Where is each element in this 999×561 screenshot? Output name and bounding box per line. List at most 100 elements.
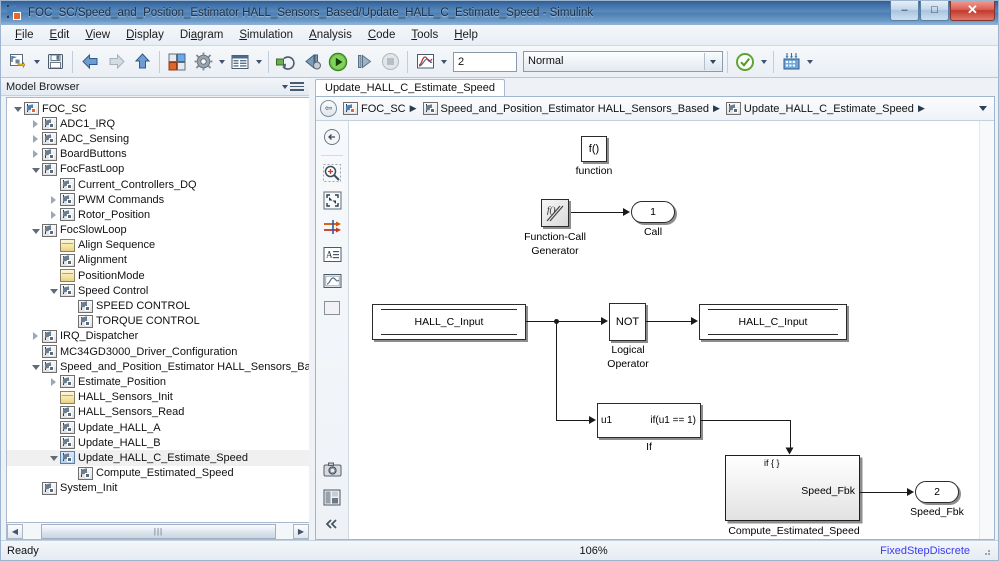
tab-update-hall-c-estimate-speed[interactable]: Update_HALL_C_Estimate_Speed — [315, 79, 506, 96]
tree-item[interactable]: IRQ_Dispatcher — [7, 329, 309, 344]
expand-triangle-icon[interactable] — [47, 375, 60, 388]
breadcrumb-item-foc-sc[interactable]: FOC_SC — [343, 102, 406, 115]
logical-operator-not-block[interactable]: NOT — [609, 303, 646, 341]
solver-name[interactable]: FixedStepDiscrete — [880, 545, 980, 557]
update-model-button[interactable] — [273, 49, 299, 75]
model-explorer-caret[interactable] — [253, 49, 264, 75]
model-configuration-caret[interactable] — [216, 49, 227, 75]
panel-options-icon[interactable] — [289, 80, 305, 93]
minimize-button[interactable]: – — [890, 1, 919, 21]
tree-item[interactable]: Speed_and_Position_Estimator HALL_Sensor… — [7, 359, 309, 374]
tree-item[interactable]: Update_HALL_B — [7, 435, 309, 450]
collapse-triangle-icon[interactable] — [47, 451, 60, 464]
resize-grip[interactable] — [980, 545, 992, 557]
close-button[interactable]: ✕ — [950, 1, 995, 21]
menu-help[interactable]: Help — [446, 27, 486, 43]
expand-triangle-icon[interactable] — [29, 117, 42, 130]
blank-block-icon[interactable] — [320, 296, 344, 320]
breadcrumb-item-update-hall-c[interactable]: Update_HALL_C_Estimate_Speed — [725, 102, 914, 115]
tree-item[interactable]: ADC_Sensing — [7, 131, 309, 146]
tree-item[interactable]: FocFastLoop — [7, 162, 309, 177]
hscroll-left-arrow[interactable]: ◀ — [7, 523, 23, 539]
menu-display[interactable]: Display — [118, 27, 172, 43]
collapse-triangle-icon[interactable] — [29, 224, 42, 237]
stop-time-input[interactable]: 2 — [453, 51, 517, 72]
expand-triangle-icon[interactable] — [29, 330, 42, 343]
up-to-parent-button[interactable] — [129, 49, 155, 75]
forward-button[interactable] — [103, 49, 129, 75]
signal-highlight-icon[interactable] — [320, 215, 344, 239]
scope-viewer-icon[interactable] — [320, 269, 344, 293]
tree-item[interactable]: PWM Commands — [7, 192, 309, 207]
tree-item[interactable]: FOC_SC — [7, 101, 309, 116]
simulation-mode-select[interactable]: Normal — [523, 51, 723, 72]
explore-up-icon[interactable] — [320, 125, 344, 149]
step-forward-button[interactable] — [351, 49, 377, 75]
collapse-panel-icon[interactable] — [320, 512, 344, 536]
tree-item[interactable]: Current_Controllers_DQ — [7, 177, 309, 192]
breadcrumb-item-speed-position-estimator[interactable]: Speed_and_Position_Estimator HALL_Sensor… — [422, 102, 709, 115]
menu-tools[interactable]: Tools — [403, 27, 446, 43]
simulation-data-inspector-button[interactable] — [412, 49, 438, 75]
tree-item[interactable]: Update_HALL_C_Estimate_Speed — [7, 450, 309, 466]
expand-triangle-icon[interactable] — [47, 208, 60, 221]
menu-analysis[interactable]: Analysis — [301, 27, 360, 43]
function-call-generator-block[interactable]: f() — [541, 199, 569, 227]
annotation-icon[interactable]: A — [320, 242, 344, 266]
model-browser-hscrollbar[interactable]: ◀ ||| ▶ — [6, 523, 309, 540]
expand-triangle-icon[interactable] — [29, 148, 42, 161]
tree-item[interactable]: FocSlowLoop — [7, 223, 309, 238]
save-button[interactable] — [42, 49, 68, 75]
model-advisor-caret[interactable] — [758, 49, 769, 75]
tree-item[interactable]: PositionMode — [7, 268, 309, 283]
menu-code[interactable]: Code — [360, 27, 404, 43]
collapse-triangle-icon[interactable] — [29, 163, 42, 176]
chevron-down-icon[interactable] — [704, 53, 721, 70]
tree-item[interactable]: Rotor_Position — [7, 207, 309, 222]
model-browser-tree[interactable]: FOC_SC ADC1_IRQ ADC_Sensing BoardButtons Foc… — [6, 97, 309, 523]
tree-item[interactable]: Speed Control — [7, 283, 309, 298]
panel-menu-caret-icon[interactable] — [280, 80, 289, 94]
hall-c-input-write-block[interactable]: HALL_C_Input — [699, 304, 847, 340]
build-model-caret[interactable] — [804, 49, 815, 75]
if-block[interactable]: u1 if(u1 == 1) — [597, 403, 701, 438]
model-advisor-button[interactable] — [732, 49, 758, 75]
menu-view[interactable]: View — [77, 27, 118, 43]
model-configuration-button[interactable] — [190, 49, 216, 75]
collapse-triangle-icon[interactable] — [11, 102, 24, 115]
snapshot-icon[interactable] — [320, 458, 344, 482]
hscroll-right-arrow[interactable]: ▶ — [293, 523, 309, 539]
fit-to-view-icon[interactable] — [320, 188, 344, 212]
step-back-button[interactable] — [299, 49, 325, 75]
expand-triangle-icon[interactable] — [47, 193, 60, 206]
collapse-triangle-icon[interactable] — [29, 360, 42, 373]
model-explorer-button[interactable] — [227, 49, 253, 75]
run-button[interactable] — [325, 49, 351, 75]
scope-caret[interactable] — [438, 49, 449, 75]
tree-item[interactable]: Compute_Estimated_Speed — [7, 466, 309, 481]
hscroll-track[interactable]: ||| — [23, 523, 293, 539]
library-browser-button[interactable] — [164, 49, 190, 75]
tree-item[interactable]: Alignment — [7, 253, 309, 268]
call-outport-block[interactable]: 1 — [631, 201, 675, 223]
chevron-down-icon[interactable] — [972, 106, 994, 111]
zoom-in-icon[interactable] — [320, 161, 344, 185]
hscroll-thumb[interactable]: ||| — [41, 523, 276, 539]
tree-item[interactable]: BoardButtons — [7, 147, 309, 162]
build-model-button[interactable] — [778, 49, 804, 75]
tree-item[interactable]: SPEED CONTROL — [7, 298, 309, 313]
menu-diagram[interactable]: Diagram — [172, 27, 231, 43]
tree-item[interactable]: HALL_Sensors_Init — [7, 390, 309, 405]
tree-item[interactable]: HALL_Sensors_Read — [7, 405, 309, 420]
tree-item[interactable]: TORQUE CONTROL — [7, 314, 309, 329]
function-trigger-block[interactable]: f() — [581, 136, 607, 162]
new-model-button[interactable] — [5, 49, 31, 75]
expand-triangle-icon[interactable] — [29, 132, 42, 145]
stop-button[interactable] — [377, 49, 403, 75]
model-canvas[interactable]: f() function f() Function-Call Generator… — [349, 121, 979, 539]
menu-simulation[interactable]: Simulation — [231, 27, 301, 43]
new-model-caret[interactable] — [31, 49, 42, 75]
speed-fbk-outport-block[interactable]: 2 — [915, 481, 959, 503]
canvas-vscrollbar[interactable] — [979, 121, 994, 539]
tree-item[interactable]: Estimate_Position — [7, 374, 309, 389]
